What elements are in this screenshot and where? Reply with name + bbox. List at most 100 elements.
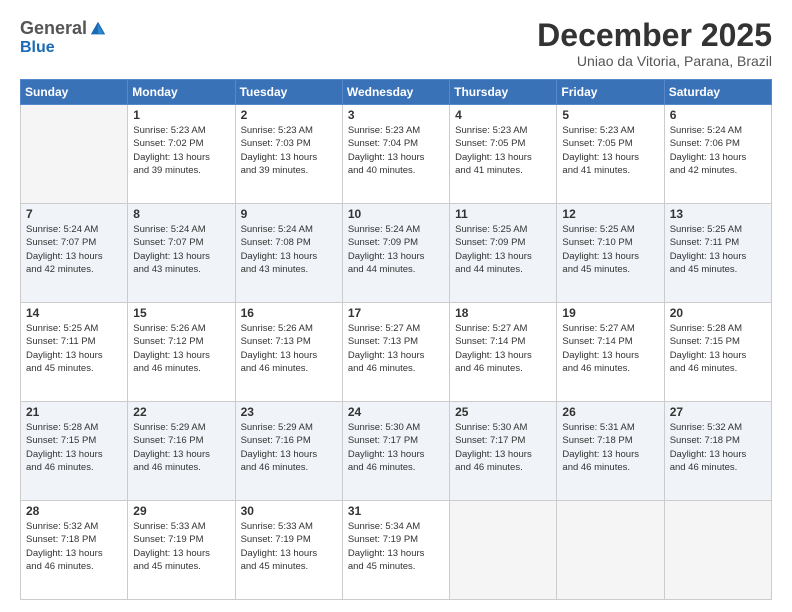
day-number: 11 (455, 207, 551, 221)
logo-icon (89, 20, 107, 38)
day-info: Sunrise: 5:28 AMSunset: 7:15 PMDaylight:… (26, 421, 122, 474)
table-row: 3 Sunrise: 5:23 AMSunset: 7:04 PMDaylight… (342, 105, 449, 204)
logo-blue: Blue (20, 39, 55, 56)
table-row: 10 Sunrise: 5:24 AMSunset: 7:09 PMDayligh… (342, 204, 449, 303)
table-row: 9Sunrise: 5:24 AMSunset: 7:08 PMDaylight… (235, 204, 342, 303)
day-info: Sunrise: 5:25 AMSunset: 7:11 PMDaylight:… (670, 223, 766, 276)
table-row: 4Sunrise: 5:23 AMSunset: 7:05 PMDaylight… (450, 105, 557, 204)
day-number: 25 (455, 405, 551, 419)
table-row: 31 Sunrise: 5:34 AMSunset: 7:19 PMDayligh… (342, 501, 449, 600)
day-info: Sunrise: 5:28 AMSunset: 7:15 PMDaylight:… (670, 322, 766, 375)
day-number: 29 (133, 504, 229, 518)
day-number: 9 (241, 207, 337, 221)
day-info: Sunrise: 5:30 AMSunset: 7:17 PMDaylight:… (348, 421, 444, 474)
day-number: 1 (133, 108, 229, 122)
day-info: Sunrise: 5:34 AMSunset: 7:19 PMDaylight:… (348, 520, 444, 573)
day-number: 7 (26, 207, 122, 221)
calendar-week-row: 1 Sunrise: 5:23 AMSunset: 7:02 PMDaylight… (21, 105, 772, 204)
day-number: 12 (562, 207, 658, 221)
day-info: Sunrise: 5:29 AMSunset: 7:16 PMDaylight:… (133, 421, 229, 474)
title-block: December 2025 Uniao da Vitoria, Parana, … (537, 18, 772, 69)
table-row: 23Sunrise: 5:29 AMSunset: 7:16 PMDayligh… (235, 402, 342, 501)
day-number: 2 (241, 108, 337, 122)
col-friday: Friday (557, 80, 664, 105)
day-info: Sunrise: 5:27 AMSunset: 7:14 PMDaylight:… (562, 322, 658, 375)
table-row: 29 Sunrise: 5:33 AMSunset: 7:19 PMDayligh… (128, 501, 235, 600)
table-row: 7 Sunrise: 5:24 AMSunset: 7:07 PMDaylight… (21, 204, 128, 303)
day-number: 6 (670, 108, 766, 122)
table-row: 14 Sunrise: 5:25 AMSunset: 7:11 PMDayligh… (21, 303, 128, 402)
day-info: Sunrise: 5:27 AMSunset: 7:14 PMDaylight:… (455, 322, 551, 375)
col-monday: Monday (128, 80, 235, 105)
page: General Blue December 2025 Uniao da Vito… (0, 0, 792, 612)
day-info: Sunrise: 5:33 AMSunset: 7:19 PMDaylight:… (133, 520, 229, 573)
table-row: 12 Sunrise: 5:25 AMSunset: 7:10 PMDayligh… (557, 204, 664, 303)
day-info: Sunrise: 5:24 AMSunset: 7:06 PMDaylight:… (670, 124, 766, 177)
day-info: Sunrise: 5:26 AMSunset: 7:13 PMDaylight:… (241, 322, 337, 375)
table-row: 26Sunrise: 5:31 AMSunset: 7:18 PMDayligh… (557, 402, 664, 501)
day-number: 26 (562, 405, 658, 419)
logo-general: General (20, 18, 87, 39)
day-info: Sunrise: 5:24 AMSunset: 7:07 PMDaylight:… (26, 223, 122, 276)
col-wednesday: Wednesday (342, 80, 449, 105)
table-row: 25Sunrise: 5:30 AMSunset: 7:17 PMDayligh… (450, 402, 557, 501)
table-row: 24 Sunrise: 5:30 AMSunset: 7:17 PMDayligh… (342, 402, 449, 501)
day-info: Sunrise: 5:25 AMSunset: 7:10 PMDaylight:… (562, 223, 658, 276)
table-row: 19 Sunrise: 5:27 AMSunset: 7:14 PMDayligh… (557, 303, 664, 402)
table-row (664, 501, 771, 600)
day-info: Sunrise: 5:25 AMSunset: 7:09 PMDaylight:… (455, 223, 551, 276)
day-number: 3 (348, 108, 444, 122)
table-row: 30 Sunrise: 5:33 AMSunset: 7:19 PMDayligh… (235, 501, 342, 600)
day-info: Sunrise: 5:25 AMSunset: 7:11 PMDaylight:… (26, 322, 122, 375)
table-row: 18Sunrise: 5:27 AMSunset: 7:14 PMDayligh… (450, 303, 557, 402)
table-row: 13 Sunrise: 5:25 AMSunset: 7:11 PMDayligh… (664, 204, 771, 303)
day-number: 19 (562, 306, 658, 320)
day-number: 16 (241, 306, 337, 320)
table-row: 2Sunrise: 5:23 AMSunset: 7:03 PMDaylight… (235, 105, 342, 204)
day-number: 27 (670, 405, 766, 419)
day-number: 13 (670, 207, 766, 221)
table-row (450, 501, 557, 600)
table-row: 8Sunrise: 5:24 AMSunset: 7:07 PMDaylight… (128, 204, 235, 303)
table-row (557, 501, 664, 600)
day-number: 28 (26, 504, 122, 518)
calendar-week-row: 14 Sunrise: 5:25 AMSunset: 7:11 PMDayligh… (21, 303, 772, 402)
day-number: 24 (348, 405, 444, 419)
table-row: 20 Sunrise: 5:28 AMSunset: 7:15 PMDayligh… (664, 303, 771, 402)
day-number: 10 (348, 207, 444, 221)
day-number: 14 (26, 306, 122, 320)
day-info: Sunrise: 5:23 AMSunset: 7:02 PMDaylight:… (133, 124, 229, 177)
table-row: 28Sunrise: 5:32 AMSunset: 7:18 PMDayligh… (21, 501, 128, 600)
calendar-week-row: 28Sunrise: 5:32 AMSunset: 7:18 PMDayligh… (21, 501, 772, 600)
day-number: 22 (133, 405, 229, 419)
day-number: 8 (133, 207, 229, 221)
table-row: 22 Sunrise: 5:29 AMSunset: 7:16 PMDayligh… (128, 402, 235, 501)
day-number: 30 (241, 504, 337, 518)
col-tuesday: Tuesday (235, 80, 342, 105)
table-row: 21Sunrise: 5:28 AMSunset: 7:15 PMDayligh… (21, 402, 128, 501)
day-info: Sunrise: 5:32 AMSunset: 7:18 PMDaylight:… (670, 421, 766, 474)
day-info: Sunrise: 5:26 AMSunset: 7:12 PMDaylight:… (133, 322, 229, 375)
header: General Blue December 2025 Uniao da Vito… (20, 18, 772, 69)
table-row: 1 Sunrise: 5:23 AMSunset: 7:02 PMDaylight… (128, 105, 235, 204)
day-info: Sunrise: 5:29 AMSunset: 7:16 PMDaylight:… (241, 421, 337, 474)
month-title: December 2025 (537, 18, 772, 53)
day-info: Sunrise: 5:33 AMSunset: 7:19 PMDaylight:… (241, 520, 337, 573)
table-row: 11 Sunrise: 5:25 AMSunset: 7:09 PMDayligh… (450, 204, 557, 303)
calendar-week-row: 21Sunrise: 5:28 AMSunset: 7:15 PMDayligh… (21, 402, 772, 501)
calendar-week-row: 7 Sunrise: 5:24 AMSunset: 7:07 PMDaylight… (21, 204, 772, 303)
day-number: 20 (670, 306, 766, 320)
col-saturday: Saturday (664, 80, 771, 105)
day-info: Sunrise: 5:27 AMSunset: 7:13 PMDaylight:… (348, 322, 444, 375)
logo: General Blue (20, 18, 107, 57)
day-info: Sunrise: 5:23 AMSunset: 7:05 PMDaylight:… (455, 124, 551, 177)
col-thursday: Thursday (450, 80, 557, 105)
day-number: 31 (348, 504, 444, 518)
day-number: 15 (133, 306, 229, 320)
col-sunday: Sunday (21, 80, 128, 105)
day-info: Sunrise: 5:23 AMSunset: 7:04 PMDaylight:… (348, 124, 444, 177)
table-row: 6 Sunrise: 5:24 AMSunset: 7:06 PMDaylight… (664, 105, 771, 204)
day-info: Sunrise: 5:24 AMSunset: 7:09 PMDaylight:… (348, 223, 444, 276)
table-row: 15 Sunrise: 5:26 AMSunset: 7:12 PMDayligh… (128, 303, 235, 402)
table-row: 5Sunrise: 5:23 AMSunset: 7:05 PMDaylight… (557, 105, 664, 204)
